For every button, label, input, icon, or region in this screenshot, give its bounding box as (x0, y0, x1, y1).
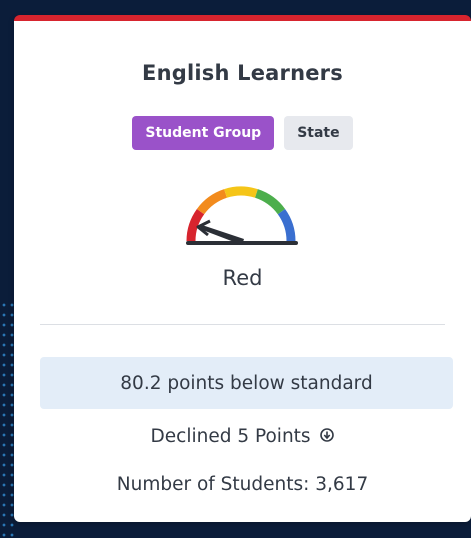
circle-down-arrow-icon (320, 428, 335, 442)
gauge-segment-blue (277, 208, 296, 242)
status-text: 80.2 points below standard (120, 372, 373, 394)
state-tag[interactable]: State (284, 116, 353, 150)
change-text: Declined 5 Points (150, 426, 311, 447)
change-line: Declined 5 Points (14, 426, 471, 447)
status-box: 80.2 points below standard (40, 357, 453, 409)
student-group-tag[interactable]: Student Group (132, 116, 275, 150)
tag-row: Student Group State (14, 116, 471, 150)
divider (40, 324, 445, 325)
gauge-segment-yellow (224, 186, 258, 198)
performance-level-label: Red (222, 266, 263, 290)
gauge-segment-green (254, 189, 286, 215)
background-dots (0, 300, 14, 538)
card-title: English Learners (142, 61, 343, 85)
gauge-icon (186, 186, 298, 245)
number-of-students: Number of Students: 3,617 (116, 474, 369, 495)
performance-card: English Learners Student Group State Red… (14, 15, 471, 522)
gauge-segment-orange (196, 189, 228, 215)
